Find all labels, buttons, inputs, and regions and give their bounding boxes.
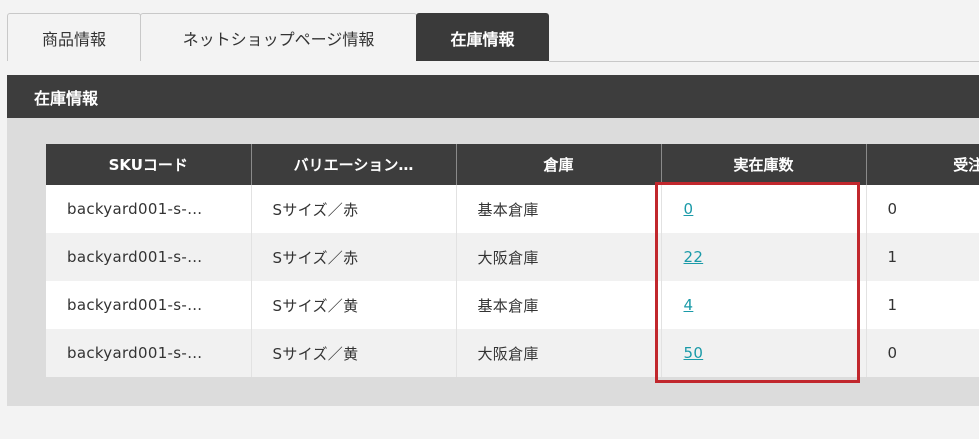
tab-divider bbox=[549, 61, 979, 62]
stock-cell: 0 bbox=[661, 185, 867, 233]
stock-link[interactable]: 0 bbox=[684, 200, 694, 218]
tab-bar: 商品情報 ネットショップページ情報 在庫情報 bbox=[7, 13, 549, 62]
stock-link[interactable]: 50 bbox=[684, 344, 704, 362]
inventory-table-container: SKUコード バリエーション… 倉庫 実在庫数 受注 backyard001-s… bbox=[46, 144, 979, 377]
column-header-sku[interactable]: SKUコード bbox=[46, 144, 252, 185]
orders-cell: 0 bbox=[866, 329, 979, 377]
warehouse-cell: 基本倉庫 bbox=[456, 185, 662, 233]
sku-cell: backyard001-s-… bbox=[46, 329, 252, 377]
orders-cell: 1 bbox=[866, 233, 979, 281]
warehouse-cell: 基本倉庫 bbox=[456, 281, 662, 329]
column-header-warehouse[interactable]: 倉庫 bbox=[456, 144, 662, 185]
tab-product-info[interactable]: 商品情報 bbox=[7, 13, 141, 61]
sku-cell: backyard001-s-… bbox=[46, 233, 252, 281]
stock-cell: 50 bbox=[661, 329, 867, 377]
variation-cell: Sサイズ／赤 bbox=[251, 185, 457, 233]
table-header-row: SKUコード バリエーション… 倉庫 実在庫数 受注 bbox=[46, 144, 979, 185]
stock-link[interactable]: 22 bbox=[684, 248, 704, 266]
column-header-actual-stock[interactable]: 実在庫数 bbox=[661, 144, 867, 185]
column-header-variation[interactable]: バリエーション… bbox=[251, 144, 457, 185]
table-row: backyard001-s-… Sサイズ／赤 大阪倉庫 22 1 bbox=[46, 233, 979, 281]
warehouse-cell: 大阪倉庫 bbox=[456, 233, 662, 281]
inventory-section: 在庫情報 SKUコード バリエーション… 倉庫 実在庫数 受注 backyard… bbox=[7, 75, 979, 406]
table-row: backyard001-s-… Sサイズ／黄 大阪倉庫 50 0 bbox=[46, 329, 979, 377]
variation-cell: Sサイズ／赤 bbox=[251, 233, 457, 281]
inventory-table: SKUコード バリエーション… 倉庫 実在庫数 受注 backyard001-s… bbox=[46, 144, 979, 377]
orders-cell: 0 bbox=[866, 185, 979, 233]
variation-cell: Sサイズ／黄 bbox=[251, 329, 457, 377]
stock-cell: 4 bbox=[661, 281, 867, 329]
orders-cell: 1 bbox=[866, 281, 979, 329]
warehouse-cell: 大阪倉庫 bbox=[456, 329, 662, 377]
stock-link[interactable]: 4 bbox=[684, 296, 694, 314]
sku-cell: backyard001-s-… bbox=[46, 281, 252, 329]
sku-cell: backyard001-s-… bbox=[46, 185, 252, 233]
column-header-orders[interactable]: 受注 bbox=[866, 144, 979, 185]
variation-cell: Sサイズ／黄 bbox=[251, 281, 457, 329]
tab-inventory-info[interactable]: 在庫情報 bbox=[416, 13, 549, 61]
tab-netshop-page-info[interactable]: ネットショップページ情報 bbox=[140, 13, 417, 61]
table-row: backyard001-s-… Sサイズ／赤 基本倉庫 0 0 bbox=[46, 185, 979, 233]
table-row: backyard001-s-… Sサイズ／黄 基本倉庫 4 1 bbox=[46, 281, 979, 329]
section-title: 在庫情報 bbox=[7, 75, 979, 118]
stock-cell: 22 bbox=[661, 233, 867, 281]
